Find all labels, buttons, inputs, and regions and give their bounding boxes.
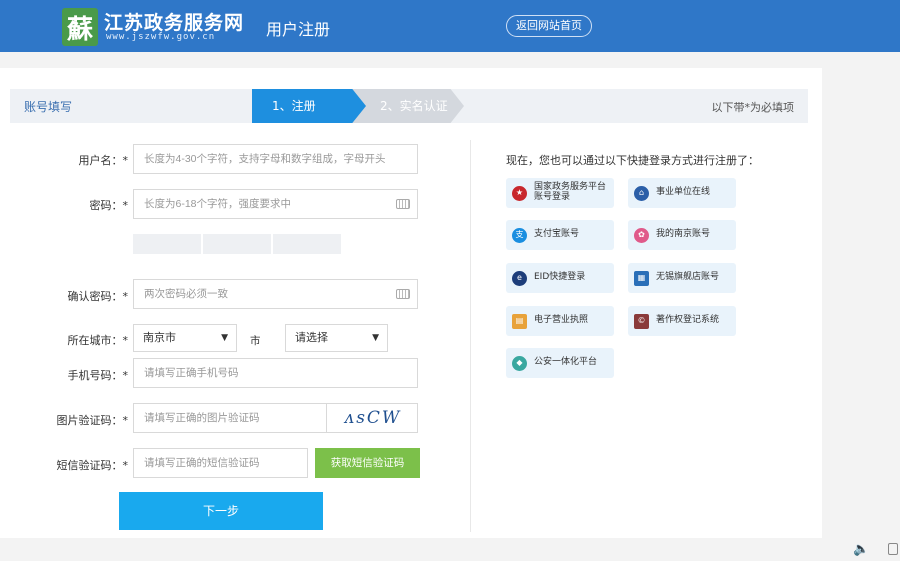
column-divider bbox=[470, 140, 471, 532]
quick-login-institution[interactable]: ⌂ 事业单位在线 bbox=[628, 178, 736, 208]
wuxi-icon: ▦ bbox=[634, 270, 649, 286]
page-title: 用户注册 bbox=[266, 20, 331, 39]
quick-login-label: 支付宝账号 bbox=[534, 229, 580, 240]
username-label: 用户名：* bbox=[78, 154, 129, 167]
keyboard-icon[interactable] bbox=[396, 199, 410, 209]
steps-bar: 账号填写 2、实名认证 1、注册 以下带*为必填项 bbox=[10, 89, 808, 123]
quick-login-label: EID快捷登录 bbox=[534, 272, 586, 283]
quick-login-copyright[interactable]: © 著作权登记系统 bbox=[628, 306, 736, 336]
window-icon[interactable] bbox=[888, 543, 898, 555]
password-label: 密码：* bbox=[89, 199, 129, 212]
step-realname: 2、实名认证 bbox=[352, 89, 464, 123]
alipay-icon: 支 bbox=[512, 227, 527, 243]
sms-code-label: 短信验证码：* bbox=[56, 459, 129, 472]
caret-down-icon: ▼ bbox=[221, 333, 228, 343]
captcha-divider bbox=[326, 403, 327, 433]
national-emblem-icon: ★ bbox=[512, 185, 527, 201]
strength-segment-medium bbox=[203, 234, 271, 254]
quick-login-label: 电子营业执照 bbox=[534, 315, 589, 326]
site-title: 江苏政务服务网 bbox=[104, 12, 245, 34]
quick-login-national[interactable]: ★ 国家政务服务平台账号登录 bbox=[506, 178, 614, 208]
password-input[interactable]: 长度为6-18个字符，强度要求中 bbox=[133, 189, 418, 219]
password-strength-meter bbox=[133, 234, 341, 254]
district-select[interactable]: 请选择 ▼ bbox=[285, 324, 388, 352]
keyboard-icon[interactable] bbox=[396, 289, 410, 299]
captcha-label: 图片验证码：* bbox=[56, 414, 129, 427]
city-unit-label: 市 bbox=[250, 335, 261, 347]
sms-code-input[interactable]: 请填写正确的短信验证码 bbox=[133, 448, 308, 478]
business-license-icon: ▤ bbox=[512, 313, 527, 329]
registration-card: 账号填写 2、实名认证 1、注册 以下带*为必填项 用户名：* 长度为4-30个… bbox=[0, 68, 822, 538]
district-select-value: 请选择 bbox=[295, 331, 328, 344]
confirm-password-input[interactable]: 两次密码必须一致 bbox=[133, 279, 418, 309]
site-logo-icon[interactable]: 蘇 bbox=[62, 8, 98, 46]
quick-login-label: 著作权登记系统 bbox=[656, 315, 720, 326]
strength-segment-weak bbox=[133, 234, 201, 254]
confirm-password-placeholder: 两次密码必须一致 bbox=[144, 288, 228, 300]
phone-label: 手机号码：* bbox=[67, 369, 129, 382]
quick-login-label: 事业单位在线 bbox=[656, 187, 711, 198]
captcha-image[interactable]: ᴧsCW bbox=[331, 405, 415, 431]
strength-segment-strong bbox=[273, 234, 341, 254]
city-select[interactable]: 南京市 ▼ bbox=[133, 324, 237, 352]
section-title: 账号填写 bbox=[24, 100, 73, 114]
police-shield-icon: ◆ bbox=[512, 355, 527, 371]
eid-icon: e bbox=[512, 270, 527, 286]
password-placeholder: 长度为6-18个字符，强度要求中 bbox=[144, 198, 292, 210]
quick-login-business-license[interactable]: ▤ 电子营业执照 bbox=[506, 306, 614, 336]
captcha-placeholder: 请填写正确的图片验证码 bbox=[144, 412, 260, 424]
site-header: 蘇 江苏政务服务网 www.jszwfw.gov.cn 用户注册 返回网站首页 bbox=[0, 0, 900, 52]
site-url: www.jszwfw.gov.cn bbox=[106, 32, 216, 42]
back-to-home-button[interactable]: 返回网站首页 bbox=[506, 15, 592, 37]
institution-icon: ⌂ bbox=[634, 185, 649, 201]
confirm-password-label: 确认密码：* bbox=[67, 290, 129, 303]
quick-login-label: 国家政务服务平台账号登录 bbox=[534, 182, 607, 202]
quick-login-eid[interactable]: e EID快捷登录 bbox=[506, 263, 614, 293]
copyright-icon: © bbox=[634, 313, 649, 329]
caret-down-icon: ▼ bbox=[372, 333, 379, 343]
my-nanjing-icon: ✿ bbox=[634, 227, 649, 243]
quick-login-label: 公安一体化平台 bbox=[534, 357, 598, 368]
speaker-icon[interactable]: 🔈 bbox=[853, 542, 869, 557]
city-select-value: 南京市 bbox=[143, 331, 176, 344]
username-input[interactable]: 长度为4-30个字符，支持字母和数字组成，字母开头 bbox=[133, 144, 418, 174]
quick-login-label: 无锡旗舰店账号 bbox=[656, 272, 720, 283]
quick-login-label: 我的南京账号 bbox=[656, 229, 711, 240]
quick-login-wuxi[interactable]: ▦ 无锡旗舰店账号 bbox=[628, 263, 736, 293]
required-note: 以下带*为必填项 bbox=[711, 101, 795, 114]
next-step-button[interactable]: 下一步 bbox=[119, 492, 323, 530]
city-label: 所在城市：* bbox=[67, 334, 129, 347]
quick-login-police[interactable]: ◆ 公安一体化平台 bbox=[506, 348, 614, 378]
quick-login-intro: 现在，您也可以通过以下快捷登录方式进行注册了： bbox=[506, 154, 759, 167]
step-register: 1、注册 bbox=[252, 89, 366, 123]
phone-input[interactable]: 请填写正确手机号码 bbox=[133, 358, 418, 388]
quick-login-alipay[interactable]: 支 支付宝账号 bbox=[506, 220, 614, 250]
quick-login-my-nanjing[interactable]: ✿ 我的南京账号 bbox=[628, 220, 736, 250]
get-sms-code-button[interactable]: 获取短信验证码 bbox=[315, 448, 420, 478]
